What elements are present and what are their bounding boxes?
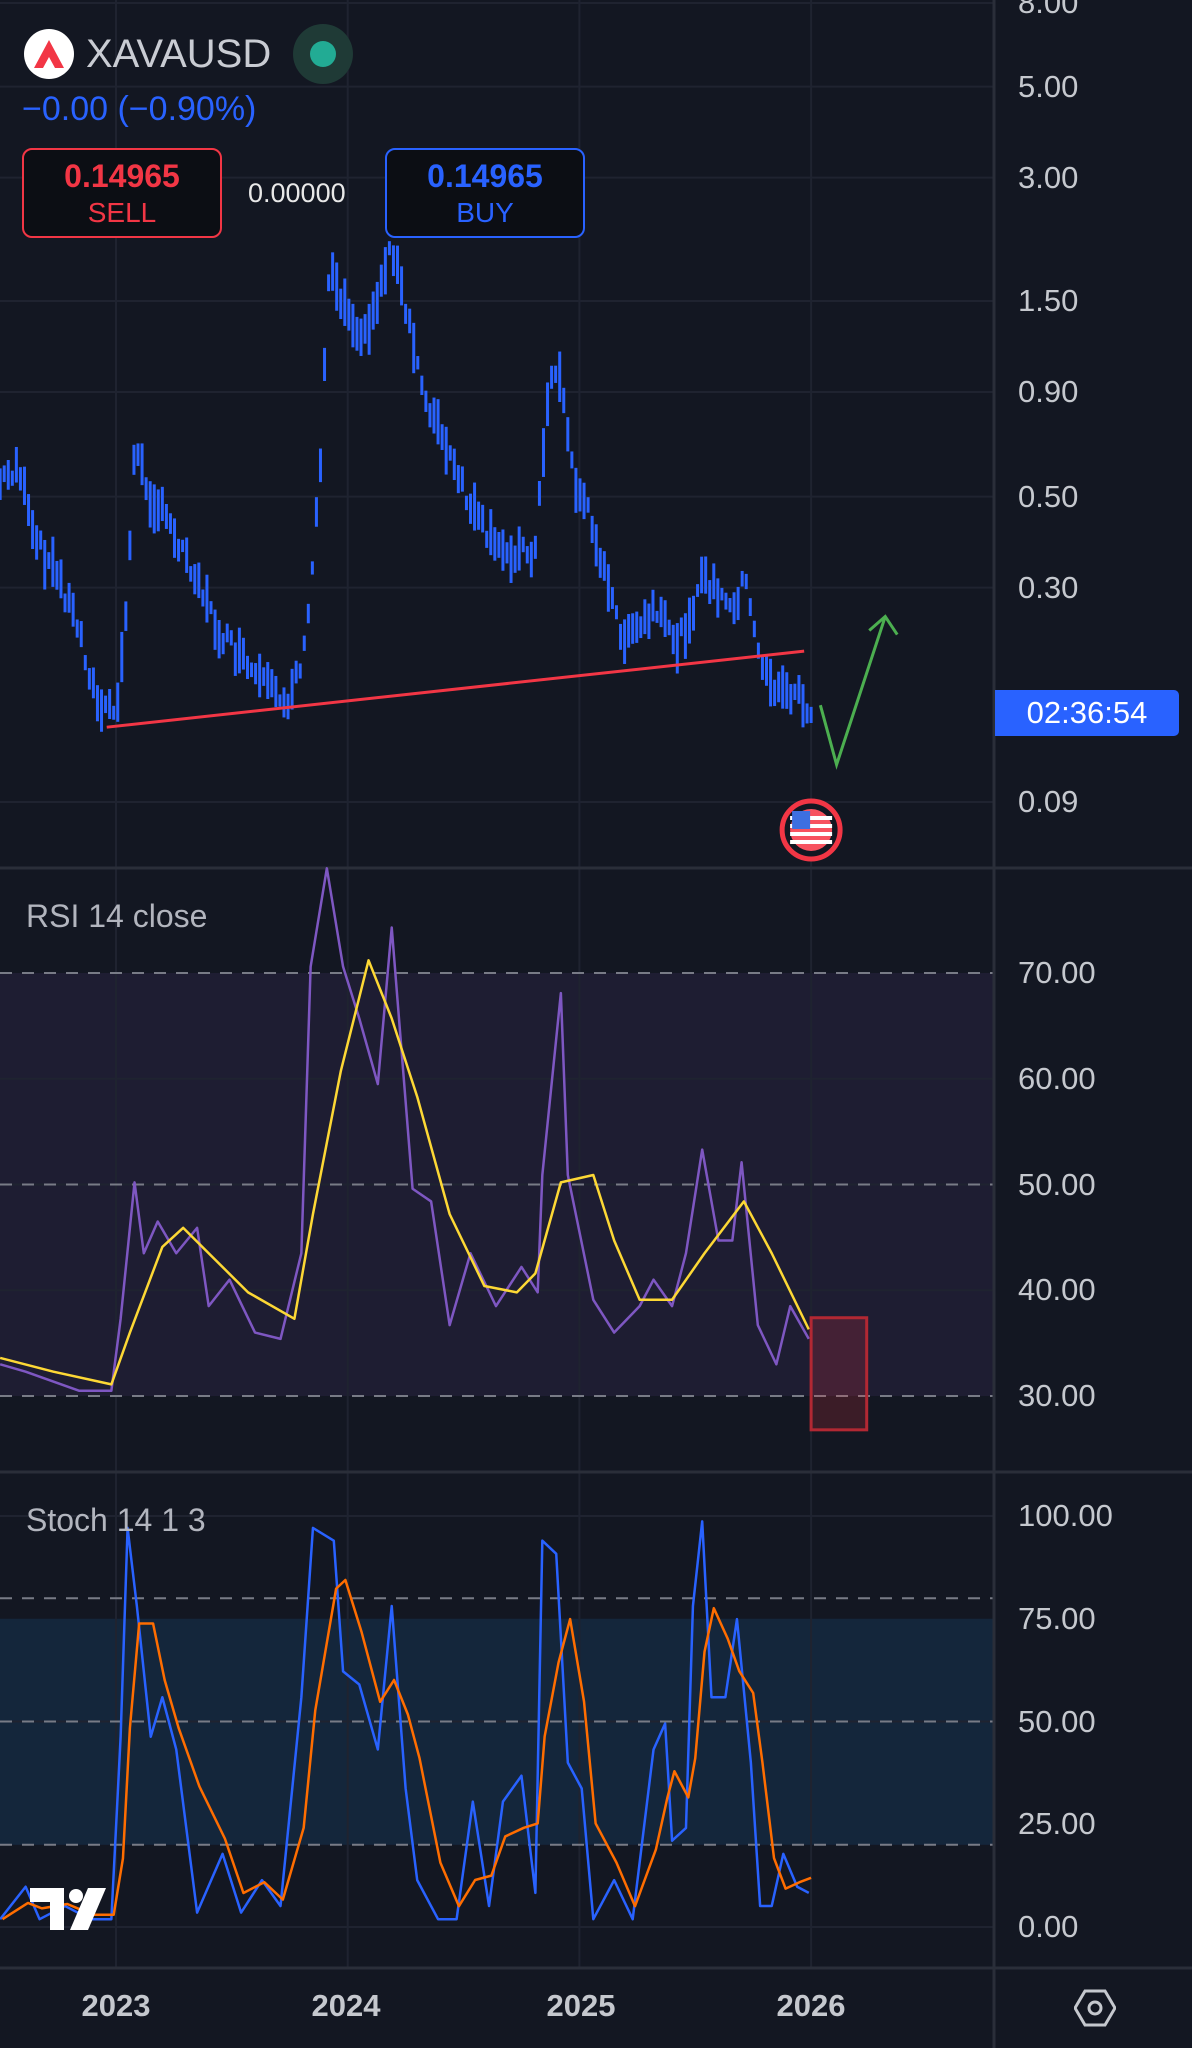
trendline [106, 649, 805, 729]
rsi-axis-label: 70.00 [1018, 955, 1096, 990]
time-label-2025: 2025 [546, 1988, 616, 2023]
rsi-axis-label: 60.00 [1018, 1060, 1096, 1096]
projection-arrow [818, 616, 887, 770]
stoch-axis-label: 50.00 [1018, 1703, 1096, 1739]
price-axis-label: 0.30 [1018, 569, 1079, 605]
buy-button[interactable]: 0.14965 BUY [385, 148, 585, 238]
symbol-header[interactable]: XAVAUSD [24, 24, 354, 84]
avalanche-logo-icon [24, 29, 74, 79]
time-label-2026: 2026 [776, 1988, 846, 2023]
us-flag-stripe [790, 832, 833, 836]
time-label-2024: 2024 [311, 1988, 381, 2023]
price-axis-label: 5.00 [1018, 68, 1079, 104]
buy-price: 0.14965 [427, 158, 543, 194]
buy-label: BUY [456, 197, 514, 228]
time-label-2023: 2023 [81, 1988, 151, 2023]
rsi-highlight-box [809, 1316, 869, 1432]
gear-icon[interactable] [1073, 1987, 1117, 2034]
spread-value: 0.00000 [248, 178, 346, 208]
stoch-axis-label: 100.00 [1018, 1498, 1113, 1533]
us-flag-stripe [790, 840, 833, 844]
sell-label: SELL [87, 197, 157, 228]
stoch-axis-label: 75.00 [1018, 1600, 1096, 1636]
stoch-pane-title[interactable]: Stoch 14 1 3 [26, 1502, 206, 1539]
price-axis-label: 3.00 [1018, 159, 1079, 195]
sell-button[interactable]: 0.14965 SELL [22, 148, 222, 238]
price-axis-label: 1.50 [1018, 283, 1079, 319]
sell-price: 0.14965 [64, 158, 180, 194]
symbol-name: XAVAUSD [86, 31, 272, 76]
price-axis-label: 0.09 [1018, 784, 1079, 819]
market-open-status-icon [293, 24, 354, 84]
rsi-pane-title[interactable]: RSI 14 close [26, 898, 207, 935]
rsi-axis-label: 30.00 [1018, 1378, 1096, 1413]
chart-canvas[interactable] [0, 0, 1192, 2048]
bar-countdown-label: 02:36:54 [995, 690, 1179, 736]
stoch-axis-label: 0.00 [1018, 1909, 1079, 1944]
stoch-axis-label: 25.00 [1018, 1806, 1096, 1842]
price-change: −0.00 (−0.90%) [22, 90, 257, 128]
rsi-axis-label: 50.00 [1018, 1166, 1096, 1202]
rsi-axis-label: 40.00 [1018, 1272, 1096, 1308]
price-axis-label: 0.50 [1018, 478, 1079, 514]
tradingview-logo-icon [30, 1884, 120, 1939]
price-axis-label: 0.90 [1018, 374, 1079, 409]
price-axis-label: 8.00 [1018, 0, 1079, 20]
us-flag-canton [792, 811, 811, 829]
